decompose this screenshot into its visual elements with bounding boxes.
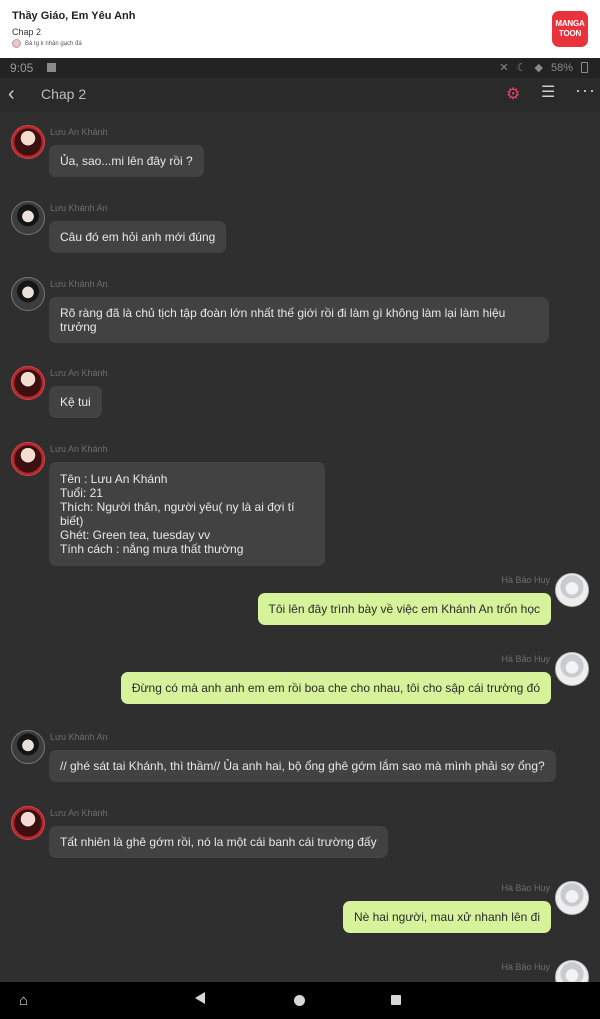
logo-text-line2: TOON <box>558 29 582 38</box>
mute-icon: ✕ <box>499 62 509 74</box>
page-title: Chap 2 <box>41 86 87 102</box>
speaker-avatar[interactable] <box>11 366 45 400</box>
wifi-icon: ◆ <box>534 62 543 74</box>
message-line: Thích: Người thân, người yêu( ny là ai đ… <box>60 500 295 528</box>
speaker-name: Lưu Khánh An <box>50 203 108 213</box>
settings-gear-icon[interactable]: ⚙ <box>506 84 520 104</box>
nav-back-icon[interactable] <box>195 992 205 1004</box>
speaker-avatar[interactable] <box>11 125 45 159</box>
message-bubble: Kệ tui <box>49 386 102 418</box>
speaker-name: Lưu An Khánh <box>50 127 108 137</box>
battery-icon <box>581 62 588 73</box>
speaker-name: Hà Bảo Huy <box>501 962 550 972</box>
speaker-avatar[interactable] <box>555 573 589 607</box>
message-line: Tên : Lưu An Khánh <box>60 472 168 486</box>
logo-text-line1: MANGA <box>555 19 585 28</box>
story-chapter: Chap 2 <box>12 27 42 37</box>
home-app-icon[interactable]: ⌂ <box>19 992 28 1009</box>
back-arrow-icon[interactable]: ‹ <box>8 84 15 104</box>
chapter-list-icon[interactable]: ☰ <box>541 82 555 102</box>
more-options-icon[interactable]: ··· <box>575 80 596 101</box>
speaker-name: Hà Bảo Huy <box>501 883 550 893</box>
speaker-name: Lưu An Khánh <box>50 808 108 818</box>
do-not-disturb-icon: ☾ <box>516 62 527 74</box>
message-bubble: Nè hai người, mau xử nhanh lên đi <box>342 901 551 933</box>
author-name: Bà tg k nhận gạch đá <box>25 40 82 47</box>
battery-percent: 58% <box>550 61 573 74</box>
message-bubble: Ủa, sao...mi lên đây rồi ? <box>49 145 204 177</box>
story-title: Thầy Giáo, Em Yêu Anh <box>12 10 136 22</box>
message-bubble: Câu đó em hỏi anh mới đúng <box>49 221 227 253</box>
speaker-name: Hà Bảo Huy <box>501 654 550 664</box>
message-line: Tính cách : nắng mưa thất thường <box>60 542 244 556</box>
message-line: Rõ ràng đã là chủ tịch tập đoàn lớn nhất… <box>60 306 506 320</box>
speaker-avatar[interactable] <box>11 730 45 764</box>
mangatoon-logo[interactable]: MANGA TOON <box>552 11 588 47</box>
message-bubble: Tất nhiên là ghê gớm rồi, nó la một cái … <box>49 826 388 858</box>
speaker-name: Lưu An Khánh <box>50 368 108 378</box>
speaker-avatar[interactable] <box>11 277 45 311</box>
system-navigation-bar: ⌂ <box>0 982 600 1019</box>
status-bar: 9:05 ✕ ☾ ◆ 58% <box>0 58 600 78</box>
speaker-avatar[interactable] <box>11 201 45 235</box>
nav-home-icon[interactable] <box>294 995 305 1006</box>
status-icons: ✕ ☾ ◆ 58% <box>499 61 588 74</box>
message-bubble: Rõ ràng đã là chủ tịch tập đoàn lớn nhất… <box>49 297 549 343</box>
author-row: Bà tg k nhận gạch đá <box>12 39 82 48</box>
status-time: 9:05 <box>10 61 34 75</box>
message-line: Ghét: Green tea, tuesday vv <box>60 528 211 542</box>
message-bubble: // ghé sát tai Khánh, thì thầm// Ủa anh … <box>49 750 556 782</box>
story-header: Thầy Giáo, Em Yêu Anh Chap 2 Bà tg k nhậ… <box>0 0 600 58</box>
message-bubble: Tên : Lưu An Khánh Tuổi: 21 Thích: Người… <box>49 462 325 566</box>
speaker-name: Lưu Khánh An <box>50 732 108 742</box>
author-avatar <box>12 39 21 48</box>
speaker-name: Lưu An Khánh <box>50 444 108 454</box>
message-bubble: Đừng có mà anh anh em em rồi boa che cho… <box>120 672 551 704</box>
speaker-name: Hà Bảo Huy <box>501 575 550 585</box>
speaker-avatar[interactable] <box>11 442 45 476</box>
message-bubble: Tôi lên đây trình bày về việc em Khánh A… <box>257 593 551 625</box>
sim-icon <box>47 63 56 72</box>
speaker-name: Lưu Khánh An <box>50 279 108 289</box>
message-line: Tuổi: 21 <box>60 486 103 500</box>
message-line: trưởng <box>60 320 97 334</box>
speaker-avatar[interactable] <box>555 652 589 686</box>
nav-recents-icon[interactable] <box>391 995 401 1005</box>
app-bar: ‹ Chap 2 ⚙ ☰ ··· <box>0 78 600 112</box>
speaker-avatar[interactable] <box>11 806 45 840</box>
speaker-avatar[interactable] <box>555 881 589 915</box>
